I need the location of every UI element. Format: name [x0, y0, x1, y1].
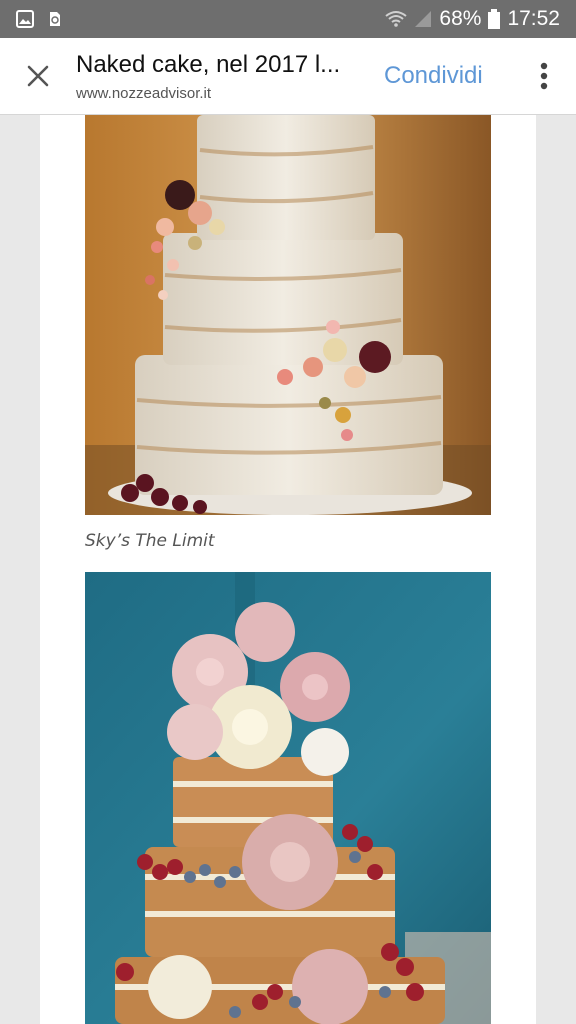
wifi-icon [385, 11, 408, 27]
cake-photo-2[interactable] [85, 572, 491, 1024]
close-button[interactable] [0, 38, 76, 115]
recycle-app-icon [50, 12, 60, 26]
article-content[interactable]: Sky’s The Limit [40, 115, 536, 1024]
naked-cake-image [85, 115, 491, 515]
more-vert-icon [540, 62, 548, 90]
custom-tab-toolbar: Naked cake, nel 2017 l... www.nozzeadvis… [0, 38, 576, 115]
title-block: Naked cake, nel 2017 l... www.nozzeadvis… [76, 51, 366, 102]
more-options-button[interactable] [512, 38, 576, 115]
close-icon [27, 65, 49, 87]
battery-icon [488, 9, 501, 29]
cake-photo-1[interactable] [85, 115, 491, 515]
page-url: www.nozzeadvisor.it [76, 84, 212, 102]
share-button[interactable]: Condividi [384, 62, 483, 90]
page-title: Naked cake, nel 2017 l... [76, 50, 341, 78]
clock: 17:52 [507, 7, 560, 30]
image-icon [16, 10, 34, 28]
photo-caption: Sky’s The Limit [85, 531, 215, 551]
status-bar: 68% 17:52 [0, 0, 576, 38]
battery-percent: 68% [439, 7, 482, 30]
signal-icon [415, 11, 432, 27]
rose-cake-image [85, 572, 491, 1024]
